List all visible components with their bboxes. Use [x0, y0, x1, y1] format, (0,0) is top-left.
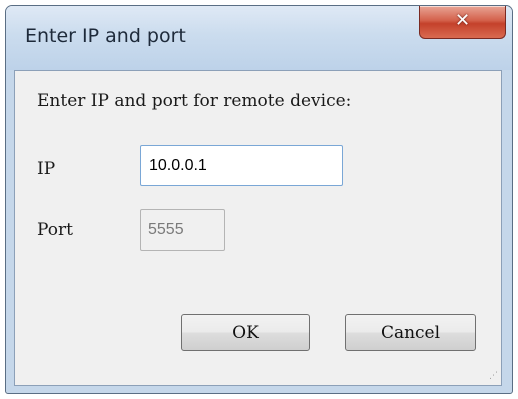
ok-button[interactable]: OK [181, 314, 310, 351]
resize-grip-icon[interactable]: ⋰ [486, 370, 498, 382]
port-label: Port [37, 220, 73, 240]
close-button[interactable]: ✕ [419, 6, 506, 39]
instruction-text: Enter IP and port for remote device: [37, 91, 352, 111]
title-bar[interactable]: Enter IP and port ✕ [6, 6, 512, 70]
close-icon: ✕ [454, 10, 471, 31]
port-input [140, 209, 225, 251]
dialog-window: Enter IP and port ✕ Enter IP and port fo… [5, 5, 513, 394]
ip-label: IP [37, 159, 56, 179]
ip-input[interactable] [140, 145, 343, 186]
dialog-body: Enter IP and port for remote device: IP … [14, 70, 502, 386]
cancel-button[interactable]: Cancel [345, 314, 476, 351]
window-title: Enter IP and port [25, 25, 186, 47]
